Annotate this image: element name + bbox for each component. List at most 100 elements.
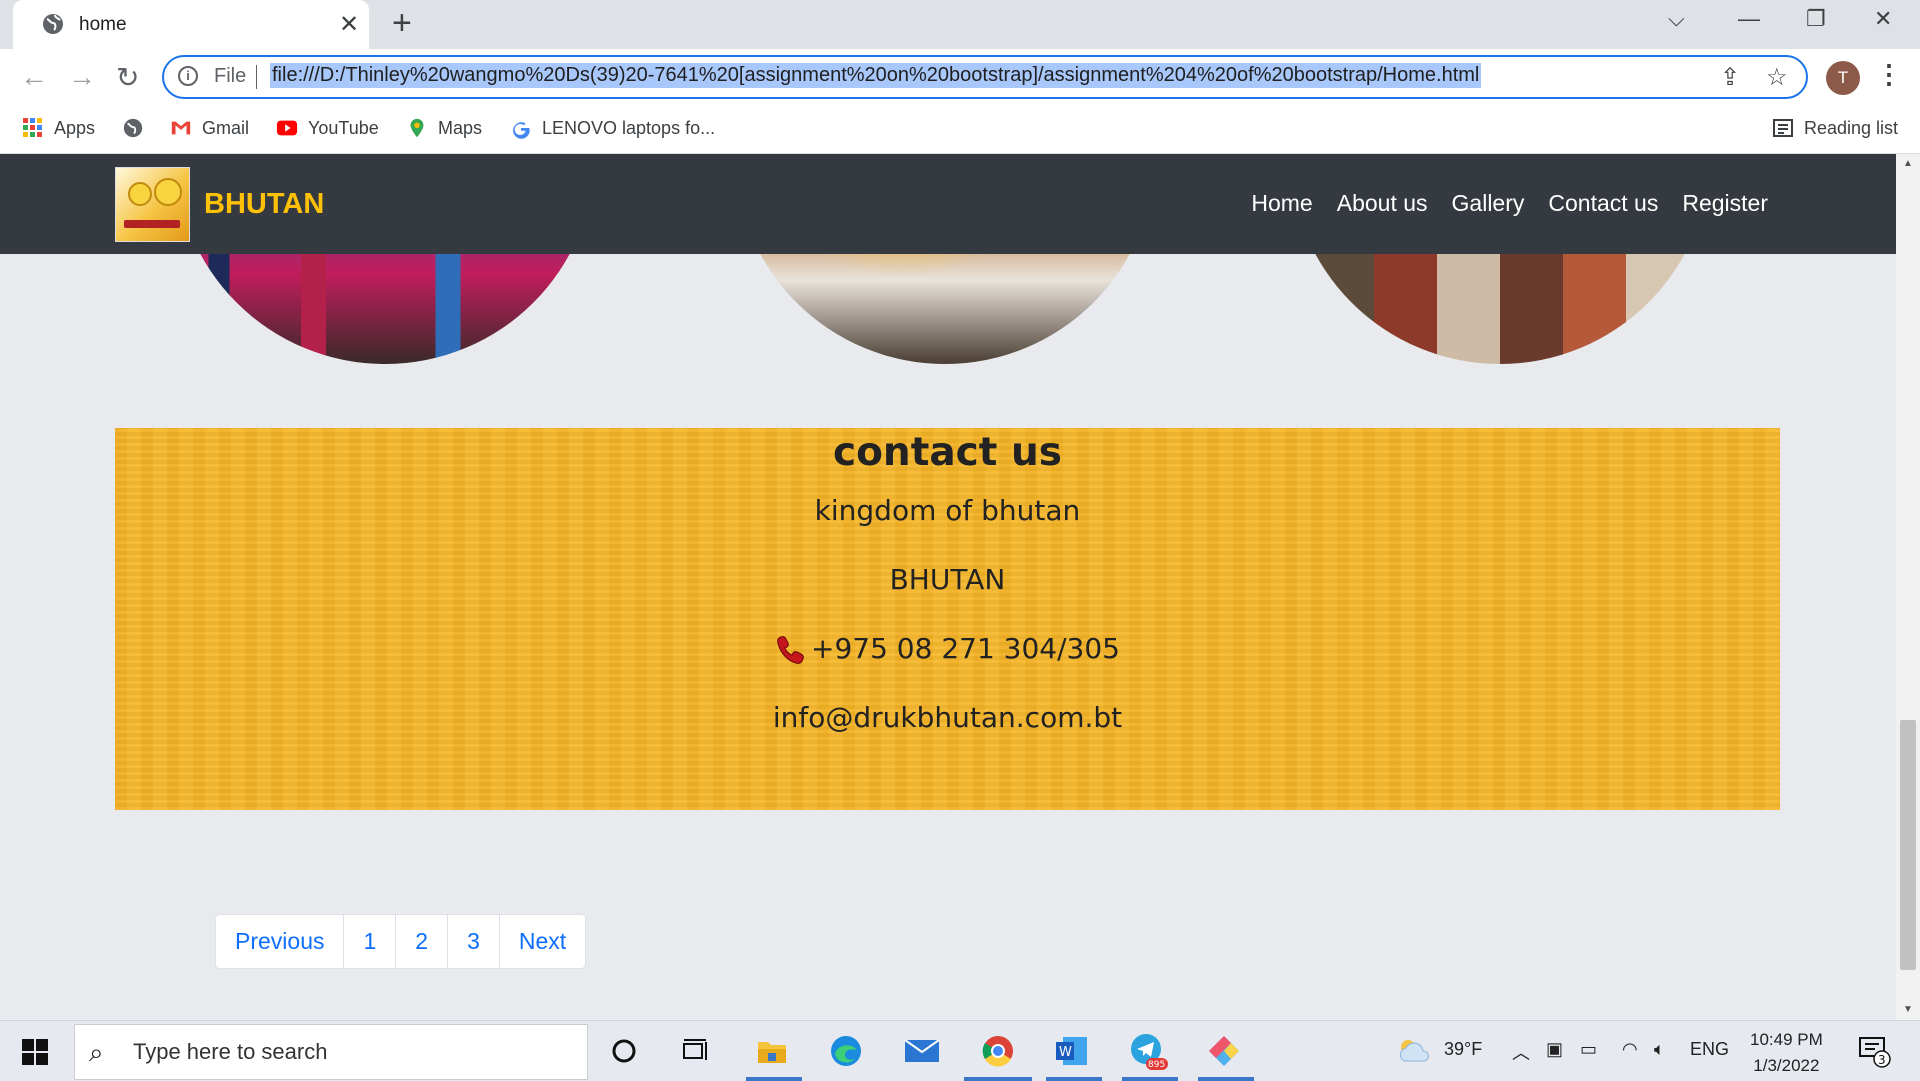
nav-link-gallery[interactable]: Gallery xyxy=(1452,190,1525,217)
nav-link-register[interactable]: Register xyxy=(1682,190,1768,217)
bookmark-gmail[interactable]: Gmail xyxy=(170,117,249,139)
restore-icon[interactable]: ❐ xyxy=(1806,6,1826,32)
wifi-icon[interactable]: ◠ xyxy=(1622,1039,1638,1060)
weather-temperature[interactable]: 39°F xyxy=(1444,1039,1482,1060)
scroll-up-icon[interactable]: ▲ xyxy=(1903,158,1913,169)
browser-toolbar: ← → ↻ i File file:///D:/Thinley%20wangmo… xyxy=(0,49,1920,107)
nav-link-home[interactable]: Home xyxy=(1251,190,1312,217)
taskbar-clock[interactable]: 10:49 PM 1/3/2022 xyxy=(1750,1027,1823,1079)
file-explorer-icon[interactable] xyxy=(752,1031,792,1071)
notification-icon[interactable]: 3 xyxy=(1858,1035,1892,1069)
page-next-button[interactable]: Next xyxy=(498,915,586,968)
bookmark-maps[interactable]: Maps xyxy=(406,117,482,139)
clock-time: 10:49 PM xyxy=(1750,1030,1823,1049)
nav-links: Home About us Gallery Contact us Registe… xyxy=(1251,190,1768,217)
chevron-up-icon[interactable]: ︿ xyxy=(1512,1039,1530,1065)
svg-text:W: W xyxy=(1059,1045,1072,1060)
page-3-button[interactable]: 3 xyxy=(447,915,499,968)
site-logo[interactable] xyxy=(115,167,190,242)
site-navbar: BHUTAN Home About us Gallery Contact us … xyxy=(0,154,1896,254)
nav-link-about[interactable]: About us xyxy=(1337,190,1428,217)
reading-list-label: Reading list xyxy=(1804,117,1899,138)
nav-link-contact[interactable]: Contact us xyxy=(1548,190,1658,217)
back-arrow-icon[interactable]: ← xyxy=(20,61,48,93)
telegram-badge: 895 xyxy=(1148,1060,1165,1070)
search-icon: ⌕ xyxy=(89,1037,104,1067)
task-view-icon[interactable] xyxy=(676,1031,716,1071)
cortana-icon[interactable] xyxy=(604,1031,644,1071)
url-scheme-label: File xyxy=(214,65,247,87)
profile-avatar[interactable]: T xyxy=(1826,61,1860,95)
gmail-icon xyxy=(171,121,191,135)
browser-tab[interactable]: home ✕ xyxy=(13,0,369,49)
active-indicator xyxy=(964,1077,1032,1081)
page-2-button[interactable]: 2 xyxy=(395,915,448,968)
tab-title: home xyxy=(79,14,127,35)
windows-start-icon[interactable] xyxy=(22,1039,48,1065)
bookmark-star-icon[interactable]: ☆ xyxy=(1766,63,1788,92)
google-icon xyxy=(513,122,530,139)
logo-emblem xyxy=(154,178,182,206)
youtube-icon xyxy=(276,120,298,136)
page-previous-button[interactable]: Previous xyxy=(216,915,344,968)
weather-cloud-icon[interactable] xyxy=(1396,1035,1432,1065)
mail-icon[interactable] xyxy=(902,1031,942,1071)
bookmark-lenovo[interactable]: LENOVO laptops fo... xyxy=(510,117,715,139)
clock-date: 1/3/2022 xyxy=(1753,1056,1820,1075)
telegram-icon[interactable]: 895 xyxy=(1128,1031,1168,1071)
bookmark-label: YouTube xyxy=(308,117,379,138)
notification-count: 3 xyxy=(1878,1053,1886,1067)
reading-list-icon xyxy=(1773,119,1793,137)
bookmark-apps[interactable]: Apps xyxy=(22,117,95,139)
scroll-down-icon[interactable]: ▼ xyxy=(1903,1004,1913,1015)
logo-emblem xyxy=(128,182,152,206)
contact-phone-row: +975 08 271 304/305 xyxy=(115,632,1780,666)
reading-list[interactable]: Reading list xyxy=(1772,117,1898,139)
bookmark-globe[interactable] xyxy=(122,117,144,139)
page-1-button[interactable]: 1 xyxy=(343,915,396,968)
bookmark-label: Maps xyxy=(438,117,483,138)
active-indicator xyxy=(1046,1077,1102,1081)
volume-icon[interactable]: 🔈︎ xyxy=(1654,1039,1665,1060)
url-text[interactable]: file:///D:/Thinley%20wangmo%20Ds(39)20-7… xyxy=(270,63,1482,88)
forward-arrow-icon[interactable]: → xyxy=(68,61,96,93)
more-menu-icon[interactable]: ⋮ xyxy=(1876,59,1902,90)
globe-icon xyxy=(43,14,63,34)
close-window-icon[interactable]: ✕ xyxy=(1874,6,1892,32)
tab-search-chevron-icon[interactable]: ⌵ xyxy=(1668,6,1685,32)
bookmark-label: Gmail xyxy=(202,117,250,138)
minimize-icon[interactable]: — xyxy=(1738,6,1760,32)
bookmark-label: Apps xyxy=(54,117,96,138)
divider xyxy=(256,65,257,89)
address-bar[interactable]: i File file:///D:/Thinley%20wangmo%20Ds(… xyxy=(162,55,1808,99)
page-scrollbar[interactable]: ▲ ▼ xyxy=(1896,154,1920,1020)
share-icon[interactable]: ⇪ xyxy=(1720,63,1740,92)
contact-heading: contact us xyxy=(833,430,1062,475)
brand-name[interactable]: BHUTAN xyxy=(204,188,324,221)
chrome-icon[interactable] xyxy=(978,1031,1018,1071)
app-diamond-icon[interactable] xyxy=(1204,1031,1244,1071)
contact-section: contact us kingdom of bhutan BHUTAN +975… xyxy=(115,428,1780,810)
reload-icon[interactable]: ↻ xyxy=(116,61,139,94)
language-indicator[interactable]: ENG xyxy=(1690,1039,1729,1060)
bookmark-label: LENOVO laptops fo... xyxy=(542,117,716,138)
new-tab-icon[interactable]: + xyxy=(392,4,412,43)
pagination: Previous 1 2 3 Next xyxy=(215,914,587,969)
bookmark-youtube[interactable]: YouTube xyxy=(276,117,379,139)
logo-script xyxy=(124,220,180,228)
word-icon[interactable]: W xyxy=(1052,1031,1092,1071)
scroll-thumb[interactable] xyxy=(1900,720,1916,970)
windows-taskbar: ⌕ Type here to search W 895 39°F ︿ ▣ ▭ ◠… xyxy=(0,1020,1920,1081)
battery-icon[interactable]: ▭ xyxy=(1580,1039,1597,1060)
contact-email[interactable]: info@drukbhutan.com.bt xyxy=(115,701,1780,734)
tab-strip: home ✕ + ⌵ — ❐ ✕ xyxy=(0,0,1920,49)
edge-icon[interactable] xyxy=(826,1031,866,1071)
active-indicator xyxy=(746,1077,802,1081)
close-tab-icon[interactable]: ✕ xyxy=(339,10,359,39)
contact-line-kingdom: kingdom of bhutan xyxy=(814,494,1081,527)
meet-now-icon[interactable]: ▣ xyxy=(1546,1039,1563,1060)
globe-icon xyxy=(123,118,143,138)
info-icon[interactable]: i xyxy=(178,66,198,86)
taskbar-search[interactable]: ⌕ Type here to search xyxy=(74,1024,588,1080)
taskbar-search-placeholder: Type here to search xyxy=(133,1039,328,1064)
